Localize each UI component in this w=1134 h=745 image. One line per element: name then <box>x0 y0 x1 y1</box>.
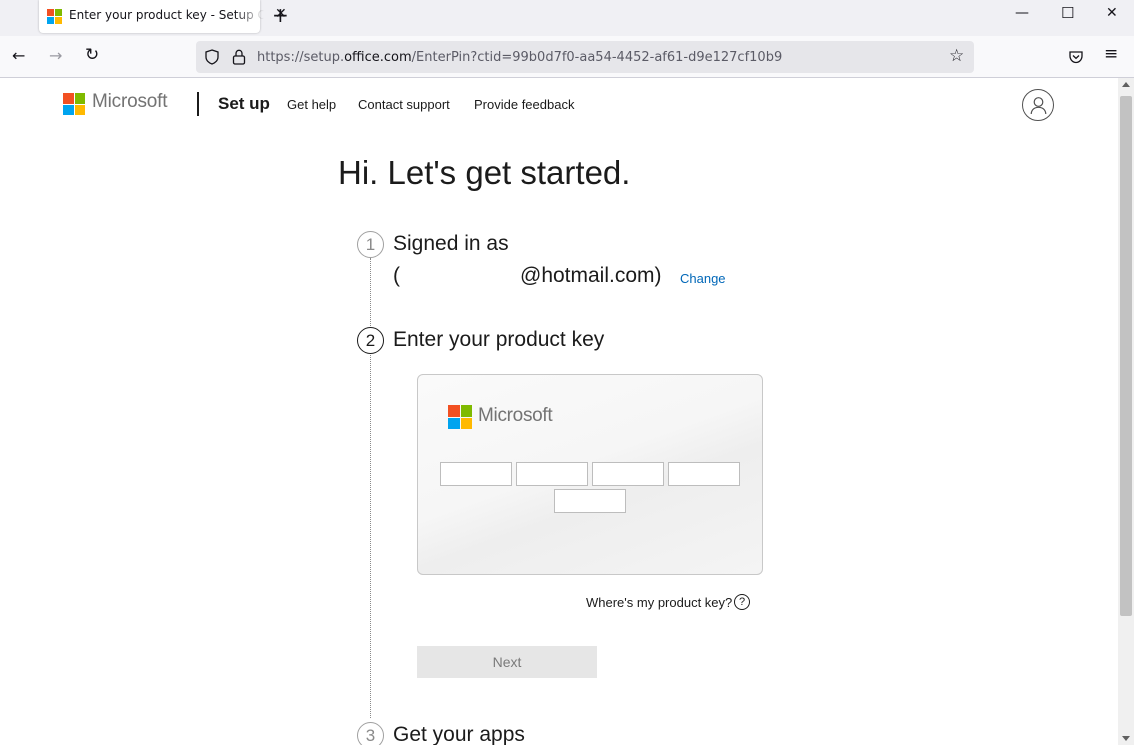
header-divider <box>197 92 199 116</box>
site-header: Microsoft Set up Get help Contact suppor… <box>0 78 1118 132</box>
microsoft-logo-icon[interactable] <box>63 93 85 115</box>
card-brand-text: Microsoft <box>478 405 553 426</box>
step-3-badge: 3 <box>357 722 384 745</box>
maximize-button[interactable]: ☐ <box>1061 6 1074 21</box>
close-window-button[interactable]: ✕ <box>1106 6 1118 20</box>
lock-icon[interactable] <box>232 49 246 65</box>
step-1-badge: 1 <box>357 231 384 258</box>
minimize-button[interactable]: — <box>1015 6 1029 20</box>
microsoft-brand-text[interactable]: Microsoft <box>92 91 167 113</box>
account-open-paren: ( <box>393 264 400 287</box>
new-tab-button[interactable]: + <box>272 5 289 25</box>
setup-title[interactable]: Set up <box>218 94 270 114</box>
account-avatar[interactable] <box>1022 89 1054 121</box>
provide-feedback-link[interactable]: Provide feedback <box>474 97 574 112</box>
address-bar[interactable]: https://setup.office.com/EnterPin?ctid=9… <box>196 41 974 73</box>
microsoft-favicon-icon <box>47 9 62 24</box>
get-help-link[interactable]: Get help <box>287 97 336 112</box>
product-key-card: Microsoft <box>417 374 763 575</box>
shield-icon[interactable] <box>204 49 220 65</box>
scrollbar-thumb[interactable] <box>1120 96 1132 616</box>
navigation-toolbar: ← → ↻ https://setup.office.com/EnterPin?… <box>0 36 1134 78</box>
product-key-field-5[interactable] <box>554 489 626 513</box>
reload-icon[interactable]: ↻ <box>85 47 99 64</box>
product-key-field-2[interactable] <box>516 462 588 486</box>
microsoft-logo-icon <box>448 405 472 429</box>
page-scrollbar[interactable] <box>1118 78 1134 745</box>
page-title: Hi. Let's get started. <box>338 154 631 191</box>
tab-bar: Enter your product key - Setup Office ✕ … <box>0 0 1134 36</box>
url-path: /EnterPin?ctid=99b0d7f0-aa54-4452-af61-d… <box>411 50 783 65</box>
url-text[interactable]: https://setup.office.com/EnterPin?ctid=9… <box>257 50 782 65</box>
user-icon <box>1030 97 1047 115</box>
scroll-down-arrow-icon[interactable] <box>1122 736 1130 741</box>
where-product-key-link[interactable]: Where's my product key? <box>586 595 732 610</box>
help-question-icon[interactable]: ? <box>734 594 750 610</box>
product-key-field-3[interactable] <box>592 462 664 486</box>
product-key-field-1[interactable] <box>440 462 512 486</box>
tab-title: Enter your product key - Setup Office <box>69 8 264 22</box>
change-account-link[interactable]: Change <box>680 271 726 286</box>
contact-support-link[interactable]: Contact support <box>358 97 450 112</box>
step-3-title: Get your apps <box>393 723 525 745</box>
star-icon[interactable]: ☆ <box>949 48 964 65</box>
browser-tab-active[interactable]: Enter your product key - Setup Office ✕ <box>39 0 287 33</box>
step-1-title: Signed in as <box>393 232 509 255</box>
account-email: @hotmail.com) <box>520 264 662 287</box>
step-2-badge: 2 <box>357 327 384 354</box>
product-key-field-4[interactable] <box>668 462 740 486</box>
scroll-up-arrow-icon[interactable] <box>1122 82 1130 87</box>
step-2-title: Enter your product key <box>393 328 605 351</box>
hamburger-menu-icon[interactable]: ≡ <box>1104 46 1118 63</box>
next-button[interactable]: Next <box>417 646 597 678</box>
pocket-icon[interactable] <box>1068 49 1084 65</box>
page-content: Microsoft Set up Get help Contact suppor… <box>0 78 1118 745</box>
forward-arrow-icon[interactable]: → <box>49 48 62 64</box>
url-domain: office.com <box>344 50 412 65</box>
url-prefix: https://setup. <box>257 50 345 65</box>
back-arrow-icon[interactable]: ← <box>12 48 25 64</box>
